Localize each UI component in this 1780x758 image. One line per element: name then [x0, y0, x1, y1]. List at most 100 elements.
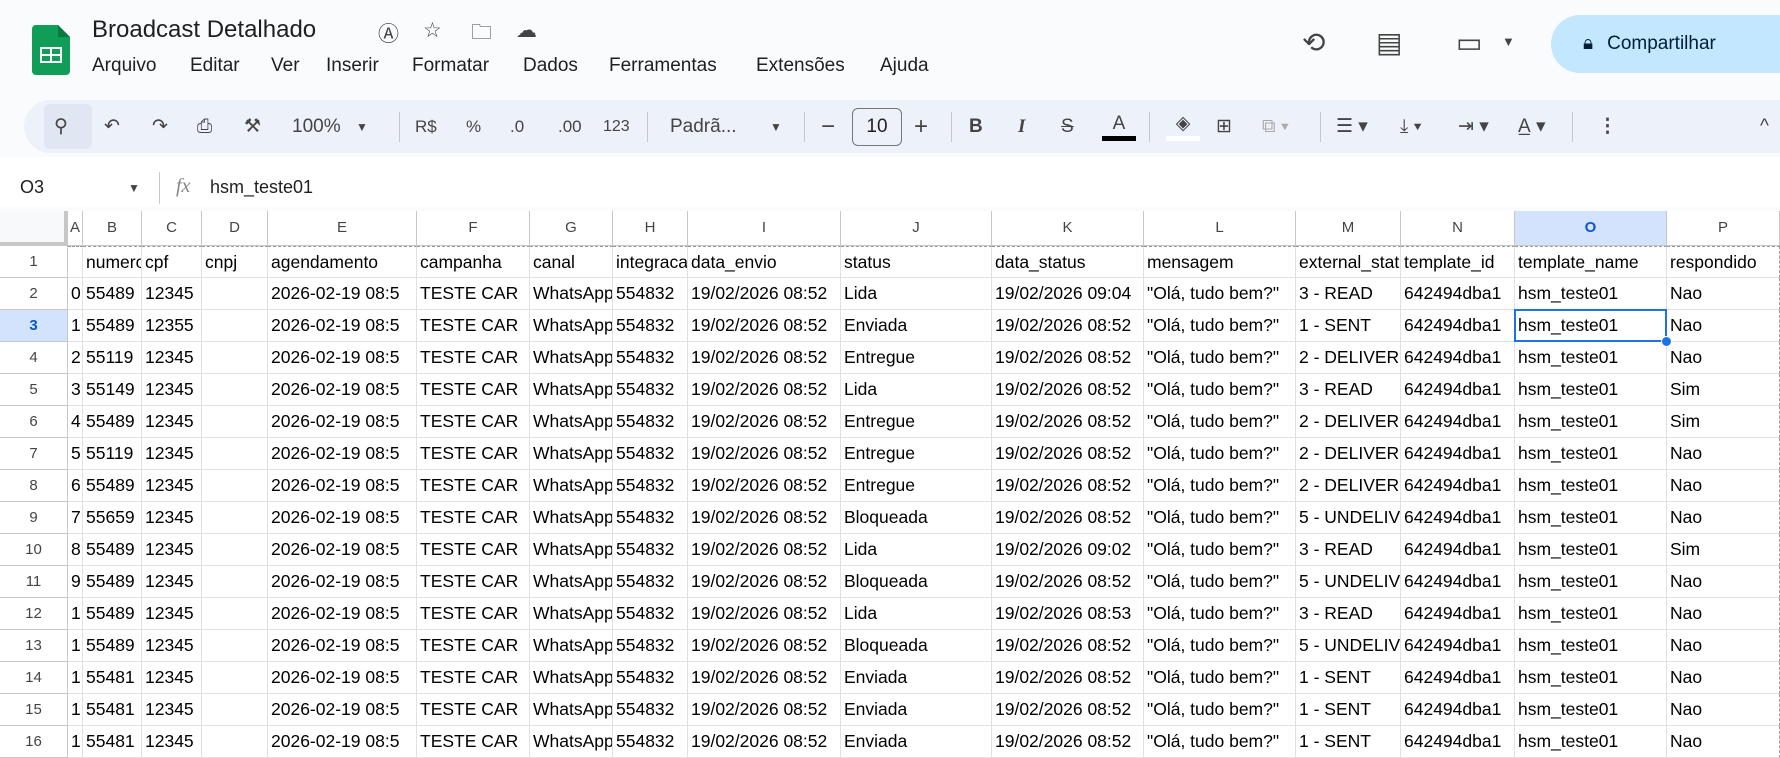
row-header[interactable]: 9: [0, 502, 68, 534]
header-cell[interactable]: campanha: [417, 246, 530, 278]
table-cell[interactable]: "Olá, tudo bem?": [1144, 470, 1296, 502]
table-cell[interactable]: 1 - SENT: [1296, 310, 1401, 342]
table-cell[interactable]: 554832: [613, 694, 688, 726]
table-cell[interactable]: TESTE CAR: [417, 726, 530, 758]
table-cell[interactable]: 19/02/2026 08:52: [688, 342, 841, 374]
table-cell[interactable]: 642494dba1: [1401, 726, 1515, 758]
table-cell[interactable]: 19/02/2026 08:52: [992, 662, 1144, 694]
table-cell[interactable]: 55119: [83, 438, 142, 470]
table-cell[interactable]: 55659: [83, 502, 142, 534]
table-cell[interactable]: 9: [68, 566, 83, 598]
column-header-f[interactable]: F: [417, 211, 530, 246]
table-cell[interactable]: Sim: [1667, 406, 1780, 438]
header-cell[interactable]: cpf: [142, 246, 202, 278]
table-cell[interactable]: 554832: [613, 630, 688, 662]
table-cell[interactable]: hsm_teste01: [1515, 694, 1667, 726]
menu-formatar[interactable]: Formatar: [412, 55, 489, 77]
header-cell[interactable]: numero: [83, 246, 142, 278]
table-cell[interactable]: 2026-02-19 08:5: [268, 342, 417, 374]
table-cell[interactable]: TESTE CAR: [417, 278, 530, 310]
table-cell[interactable]: "Olá, tudo bem?": [1144, 598, 1296, 630]
table-cell[interactable]: 1 - SENT: [1296, 694, 1401, 726]
history-icon[interactable]: ⟲: [1302, 26, 1325, 59]
table-cell[interactable]: [202, 342, 268, 374]
header-cell[interactable]: integracao: [613, 246, 688, 278]
table-cell[interactable]: Sim: [1667, 374, 1780, 406]
table-cell[interactable]: [202, 630, 268, 662]
table-cell[interactable]: 19/02/2026 08:52: [688, 534, 841, 566]
table-cell[interactable]: 1: [68, 630, 83, 662]
table-cell[interactable]: 3 - READ: [1296, 534, 1401, 566]
table-cell[interactable]: Enviada: [841, 694, 992, 726]
table-cell[interactable]: Nao: [1667, 726, 1780, 758]
table-cell[interactable]: [202, 662, 268, 694]
table-cell[interactable]: Sim: [1667, 534, 1780, 566]
column-header-p[interactable]: P: [1667, 211, 1780, 246]
table-cell[interactable]: TESTE CAR: [417, 598, 530, 630]
table-cell[interactable]: WhatsApp: [530, 406, 613, 438]
table-cell[interactable]: Nao: [1667, 278, 1780, 310]
table-cell[interactable]: hsm_teste01: [1515, 374, 1667, 406]
table-cell[interactable]: [202, 438, 268, 470]
table-cell[interactable]: 2: [68, 342, 83, 374]
table-cell[interactable]: 2026-02-19 08:5: [268, 694, 417, 726]
table-cell[interactable]: 55489: [83, 406, 142, 438]
table-cell[interactable]: "Olá, tudo bem?": [1144, 502, 1296, 534]
table-cell[interactable]: WhatsApp: [530, 726, 613, 758]
table-cell[interactable]: 554832: [613, 598, 688, 630]
column-header-e[interactable]: E: [268, 211, 417, 246]
column-header-b[interactable]: B: [83, 211, 142, 246]
table-cell[interactable]: Nao: [1667, 598, 1780, 630]
table-cell[interactable]: 2026-02-19 08:5: [268, 630, 417, 662]
table-cell[interactable]: TESTE CAR: [417, 502, 530, 534]
table-cell[interactable]: 12345: [142, 342, 202, 374]
text-wrap-icon[interactable]: ⇥ ▾: [1458, 113, 1489, 141]
star-icon[interactable]: ☆: [423, 18, 442, 43]
table-cell[interactable]: 12345: [142, 502, 202, 534]
table-cell[interactable]: 19/02/2026 08:52: [992, 374, 1144, 406]
table-cell[interactable]: 19/02/2026 08:53: [992, 598, 1144, 630]
table-cell[interactable]: Entregue: [841, 342, 992, 374]
table-cell[interactable]: 55489: [83, 470, 142, 502]
table-cell[interactable]: 2026-02-19 08:5: [268, 406, 417, 438]
table-cell[interactable]: 12345: [142, 566, 202, 598]
table-cell[interactable]: "Olá, tudo bem?": [1144, 694, 1296, 726]
table-cell[interactable]: "Olá, tudo bem?": [1144, 566, 1296, 598]
table-cell[interactable]: 554832: [613, 374, 688, 406]
share-button[interactable]: 🔒︎ Compartilhar: [1551, 15, 1780, 73]
table-cell[interactable]: 2026-02-19 08:5: [268, 662, 417, 694]
horizontal-align-icon[interactable]: ☰ ▾: [1336, 113, 1368, 141]
table-cell[interactable]: WhatsApp: [530, 534, 613, 566]
table-cell[interactable]: 642494dba1: [1401, 406, 1515, 438]
sheets-logo[interactable]: [32, 25, 70, 75]
header-cell[interactable]: template_id: [1401, 246, 1515, 278]
font-size-input[interactable]: 10: [852, 108, 902, 146]
document-title[interactable]: Broadcast Detalhado: [92, 16, 316, 44]
table-cell[interactable]: 19/02/2026 08:52: [992, 502, 1144, 534]
column-header-g[interactable]: G: [530, 211, 613, 246]
table-cell[interactable]: 642494dba1: [1401, 534, 1515, 566]
table-cell[interactable]: WhatsApp: [530, 598, 613, 630]
table-cell[interactable]: 554832: [613, 310, 688, 342]
search-icon[interactable]: ⚲: [54, 113, 68, 141]
table-cell[interactable]: 55481: [83, 662, 142, 694]
table-cell[interactable]: 2026-02-19 08:5: [268, 374, 417, 406]
table-cell[interactable]: 55489: [83, 534, 142, 566]
fill-handle[interactable]: [1661, 336, 1672, 347]
table-cell[interactable]: TESTE CAR: [417, 310, 530, 342]
table-cell[interactable]: 642494dba1: [1401, 566, 1515, 598]
number-format-button[interactable]: 123: [603, 113, 630, 141]
menu-inserir[interactable]: Inserir: [326, 55, 379, 77]
table-cell[interactable]: 1: [68, 310, 83, 342]
formula-input[interactable]: hsm_teste01: [210, 177, 313, 198]
table-cell[interactable]: Enviada: [841, 662, 992, 694]
table-cell[interactable]: TESTE CAR: [417, 566, 530, 598]
table-cell[interactable]: 3 - READ: [1296, 278, 1401, 310]
table-cell[interactable]: WhatsApp: [530, 374, 613, 406]
table-cell[interactable]: 55489: [83, 278, 142, 310]
more-options-icon[interactable]: ⋮: [1598, 113, 1617, 141]
move-folder-icon[interactable]: 🗀: [471, 18, 492, 53]
table-cell[interactable]: 19/02/2026 08:52: [688, 662, 841, 694]
table-cell[interactable]: "Olá, tudo bem?": [1144, 406, 1296, 438]
table-cell[interactable]: 2 - DELIVERED: [1296, 470, 1401, 502]
